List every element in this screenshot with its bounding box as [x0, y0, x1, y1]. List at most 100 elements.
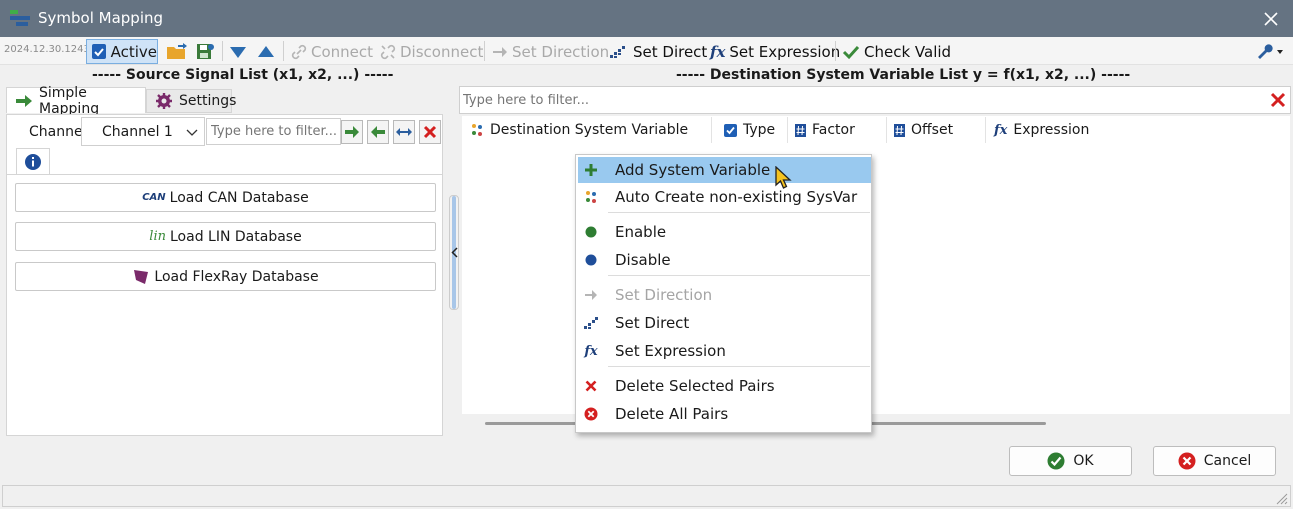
cancel-button[interactable]: Cancel — [1153, 446, 1276, 476]
column-offset[interactable]: Offset — [888, 117, 986, 143]
toolbar-separator — [835, 41, 836, 61]
toolbar-separator — [283, 41, 284, 61]
load-can-database-button[interactable]: CAN Load CAN Database — [15, 183, 436, 212]
arrow-both-icon — [395, 126, 413, 138]
menu-delete-selected-pairs[interactable]: Delete Selected Pairs — [578, 373, 871, 399]
hash-icon — [894, 123, 905, 137]
channel-select[interactable]: Channel 1 — [81, 117, 205, 146]
check-valid-button[interactable]: Check Valid — [842, 40, 951, 63]
gear-icon — [155, 92, 173, 110]
destination-list-heading: ----- Destination System Variable List y… — [676, 67, 1131, 83]
plus-icon — [583, 162, 599, 178]
build-date: 2024.12.30.1243 — [4, 44, 90, 55]
subtab-divider — [7, 174, 442, 175]
checkmark-icon — [842, 44, 860, 60]
column-type[interactable]: Type — [718, 117, 788, 143]
menu-add-system-variable[interactable]: Add System Variable — [578, 157, 871, 183]
checkbox-icon — [724, 123, 737, 137]
menu-separator — [608, 366, 870, 367]
column-factor[interactable]: Factor — [789, 117, 887, 143]
link-icon — [291, 44, 307, 60]
load-flexray-database-button[interactable]: Load FlexRay Database — [15, 262, 436, 291]
arrow-right-icon — [583, 287, 599, 303]
arrow-right-icon — [15, 94, 33, 108]
menu-delete-all-pairs[interactable]: Delete All Pairs — [578, 401, 871, 427]
active-label: Active — [110, 42, 157, 61]
app-icon — [10, 10, 30, 26]
menu-set-expression[interactable]: fx Set Expression — [578, 338, 871, 364]
sysvar-icon — [470, 123, 484, 137]
info-tab[interactable] — [16, 148, 50, 175]
source-list-heading: ----- Source Signal List (x1, x2, ...) -… — [92, 67, 394, 83]
arrow-down-icon[interactable] — [229, 40, 247, 63]
arrow-right-icon — [344, 125, 360, 139]
close-icon[interactable] — [1259, 7, 1283, 31]
arrow-right-icon — [492, 45, 508, 59]
set-direct-icon — [609, 44, 629, 60]
window-title: Symbol Mapping — [38, 9, 164, 27]
set-direction-button[interactable]: Set Direction — [492, 40, 609, 63]
x-icon — [423, 125, 437, 139]
chevron-left-icon[interactable] — [451, 247, 458, 258]
ok-button[interactable]: OK — [1009, 446, 1132, 476]
hash-icon — [795, 123, 806, 137]
destination-filter-input[interactable] — [459, 86, 1291, 114]
fx-icon: fx — [584, 343, 598, 359]
status-bar — [2, 485, 1291, 507]
toolbar-separator — [484, 41, 485, 61]
cancel-icon — [1178, 452, 1196, 470]
checkbox-icon — [92, 44, 106, 59]
menu-enable[interactable]: Enable — [578, 219, 871, 245]
fx-icon: fx — [994, 122, 1008, 138]
menu-set-direction[interactable]: Set Direction — [578, 282, 871, 308]
connect-button[interactable]: Connect — [291, 40, 373, 63]
chevron-down-icon — [186, 127, 198, 137]
x-icon — [1270, 92, 1286, 108]
circle-x-icon — [583, 406, 599, 422]
column-destination-system-variable[interactable]: Destination System Variable — [464, 117, 712, 143]
tab-settings[interactable]: Settings — [146, 89, 236, 113]
menu-auto-create-sysvar[interactable]: Auto Create non-existing SysVar — [578, 184, 871, 210]
menu-disable[interactable]: Disable — [578, 247, 871, 273]
lin-icon: lin — [149, 229, 166, 244]
auto-create-icon — [583, 189, 599, 205]
panel-splitter[interactable] — [449, 195, 459, 310]
wrench-icon[interactable] — [1255, 40, 1285, 63]
load-lin-database-button[interactable]: lin Load LIN Database — [15, 222, 436, 251]
title-bar: Symbol Mapping — [0, 0, 1293, 37]
unlink-icon — [380, 44, 396, 60]
context-menu: Add System Variable Auto Create non-exis… — [575, 154, 872, 433]
map-right-button[interactable] — [341, 120, 363, 144]
info-icon — [24, 153, 42, 171]
set-expression-button[interactable]: fx Set Expression — [710, 40, 840, 63]
toolbar: 2024.12.30.1243 Active Connect Disconnec… — [0, 37, 1293, 65]
open-folder-icon[interactable] — [166, 40, 188, 63]
menu-separator — [608, 212, 870, 213]
active-toggle[interactable]: Active — [86, 39, 158, 64]
x-icon — [583, 378, 599, 394]
column-expression[interactable]: fx Expression — [988, 117, 1108, 143]
map-both-button[interactable] — [393, 120, 415, 144]
arrow-up-icon[interactable] — [257, 40, 275, 63]
save-icon[interactable] — [195, 40, 215, 63]
cursor-icon — [775, 166, 793, 190]
arrow-left-icon — [370, 125, 386, 139]
blue-dot-icon — [583, 252, 599, 268]
fx-icon: fx — [710, 42, 726, 61]
toolbar-separator — [222, 41, 223, 61]
tab-simple-mapping[interactable]: Simple Mapping — [6, 85, 146, 117]
set-direct-icon — [583, 315, 599, 331]
menu-set-direct[interactable]: Set Direct — [578, 310, 871, 336]
flexray-icon — [132, 268, 150, 286]
clear-filter-button[interactable] — [1267, 89, 1289, 111]
set-direct-button[interactable]: Set Direct — [609, 40, 707, 63]
green-dot-icon — [583, 224, 599, 240]
disconnect-button[interactable]: Disconnect — [380, 40, 483, 63]
resize-grip-icon[interactable] — [1274, 491, 1288, 505]
source-filter-input[interactable] — [206, 118, 341, 145]
ok-icon — [1047, 452, 1065, 470]
clear-mapping-button[interactable] — [419, 120, 441, 144]
menu-separator — [608, 275, 870, 276]
can-icon: CAN — [142, 192, 166, 203]
map-left-button[interactable] — [367, 120, 389, 144]
